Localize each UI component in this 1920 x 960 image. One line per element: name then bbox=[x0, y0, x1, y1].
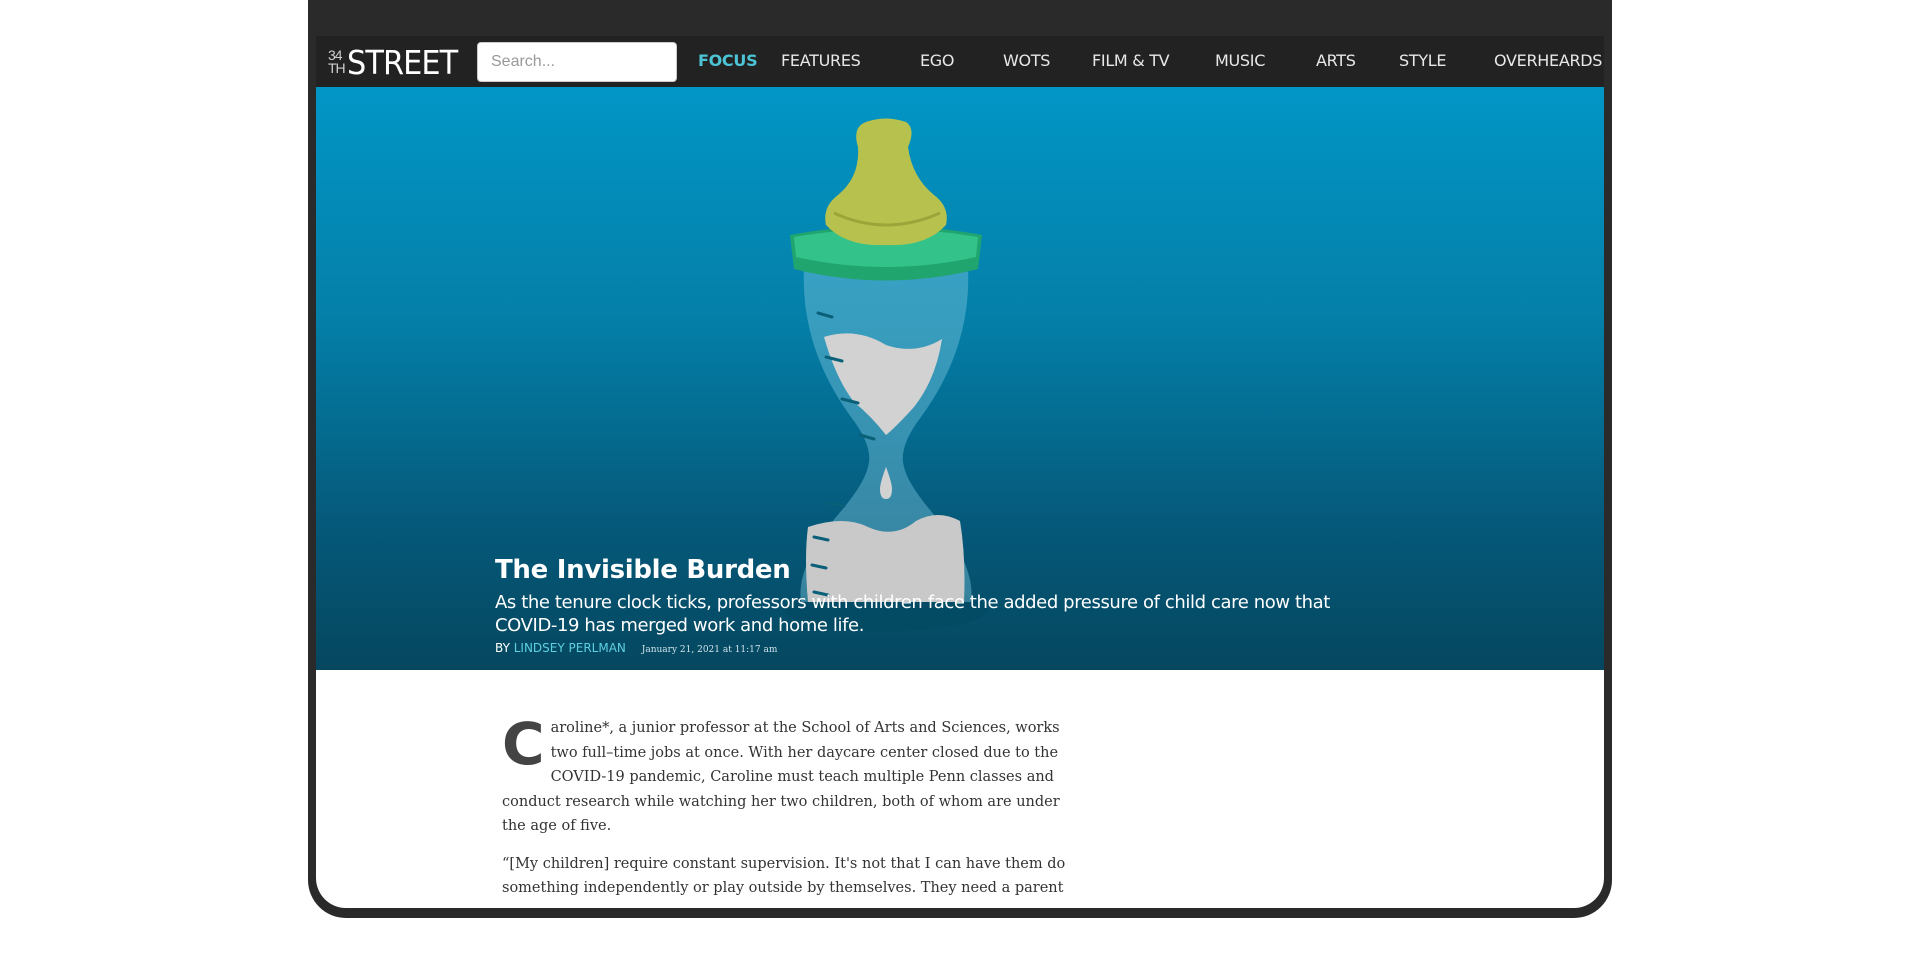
nav-item-wots[interactable]: WOTS bbox=[1003, 51, 1050, 70]
drop-cap: C bbox=[502, 710, 545, 778]
device-frame: 34 TH STREET FOCUS FEATURES EGO WOTS FIL… bbox=[308, 0, 1612, 918]
nav-item-overheards[interactable]: OVERHEARDS bbox=[1494, 51, 1602, 70]
article-headline[interactable]: The Invisible Burden bbox=[495, 555, 791, 585]
publish-date: January 21, 2021 at 11:17 am bbox=[641, 645, 778, 655]
baby-bottle-hourglass-illustration bbox=[784, 118, 988, 631]
section-menu: FOCUS FEATURES EGO WOTS FILM & TV MUSIC … bbox=[316, 36, 1604, 87]
nav-item-music[interactable]: MUSIC bbox=[1215, 51, 1265, 70]
nav-item-ego[interactable]: EGO bbox=[920, 51, 955, 70]
hero-banner[interactable]: The Invisible Burden As the tenure clock… bbox=[316, 87, 1604, 670]
nav-item-style[interactable]: STYLE bbox=[1399, 51, 1447, 70]
site-navbar: 34 TH STREET FOCUS FEATURES EGO WOTS FIL… bbox=[316, 36, 1604, 87]
article-body: C aroline*, a junior professor at the Sc… bbox=[502, 710, 1077, 909]
browser-viewport: 34 TH STREET FOCUS FEATURES EGO WOTS FIL… bbox=[316, 36, 1604, 908]
byline-prefix: BY bbox=[495, 641, 510, 655]
nav-item-film-tv[interactable]: FILM & TV bbox=[1092, 51, 1170, 70]
article-subhead: As the tenure clock ticks, professors wi… bbox=[495, 592, 1330, 636]
nav-item-arts[interactable]: ARTS bbox=[1316, 51, 1356, 70]
paragraph-text: aroline*, a junior professor at the Scho… bbox=[502, 720, 1060, 834]
article-paragraph: “[My children] require constant supervis… bbox=[502, 855, 1066, 909]
nav-item-features[interactable]: FEATURES bbox=[781, 51, 861, 70]
article-paragraph: C aroline*, a junior professor at the Sc… bbox=[502, 710, 1077, 839]
nav-item-focus[interactable]: FOCUS bbox=[698, 51, 758, 70]
article-byline: BY LINDSEY PERLMAN January 21, 2021 at 1… bbox=[495, 641, 777, 655]
author-link[interactable]: LINDSEY PERLMAN bbox=[514, 641, 626, 655]
